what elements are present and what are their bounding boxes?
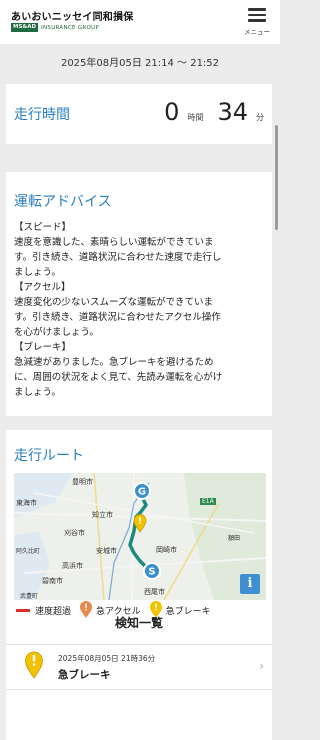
speeding-line-icon xyxy=(16,608,30,612)
map-label: 武豊町 xyxy=(20,593,39,600)
hamburger-menu-icon xyxy=(248,8,266,22)
map-label: 阿久比町 xyxy=(16,548,41,555)
driving-advice-card: 運転アドバイス 【スピード】 速度を意識した、素晴らしい運転ができていま す。引… xyxy=(6,172,272,416)
map-label: 刈谷市 xyxy=(64,529,85,537)
advice-body: 【スピード】 速度を意識した、素晴らしい運転ができていま す。引き続き、道路状況… xyxy=(14,220,269,400)
run-time-title: 走行時間 xyxy=(14,107,70,123)
trip-datetime: 2025年08月05日 21:14 〜 21:52 xyxy=(60,58,220,69)
route-map[interactable]: 豊明市 東海市 知立市 刈谷市 安城市 高浜市 碧南市 岡崎市 西尾市 阿久比町… xyxy=(14,473,266,600)
advice-line: 【アクセル】 xyxy=(14,282,71,293)
detection-datetime: 2025年08月05日 21時36分 xyxy=(58,654,156,663)
map-info-button[interactable]: i xyxy=(240,574,260,594)
chevron-right-icon: › xyxy=(259,659,264,673)
map-label: 知立市 xyxy=(92,511,113,519)
map-label: 東海市 xyxy=(16,499,37,507)
map-label: 岡崎市 xyxy=(156,546,177,554)
map-label: 額田 xyxy=(228,535,241,542)
scrollbar[interactable] xyxy=(275,125,278,230)
advice-line: 速度を意識した、素晴らしい運転ができていま xyxy=(14,237,214,248)
advice-line: す。引き続き、道路状況に合わせたアクセル操作 xyxy=(14,312,221,323)
start-marker-icon: S xyxy=(143,562,161,580)
brand-name: あいおいニッセイ同和損保 xyxy=(11,12,134,23)
brake-pin-icon xyxy=(25,651,43,679)
advice-title: 運転アドバイス xyxy=(14,194,112,210)
detection-list-title: 検知一覧 xyxy=(114,616,163,630)
advice-line: を心がけましょう。 xyxy=(14,327,99,338)
advice-line: ましょう。 xyxy=(14,387,61,398)
map-label: 高浜市 xyxy=(62,562,83,570)
brand-sub: MS&AD INSURANCE GROUP xyxy=(11,23,99,32)
advice-line: 【スピード】 xyxy=(14,222,72,233)
map-label: 豊明市 xyxy=(72,478,93,486)
run-time-card: 走行時間 0 時間 34 分 xyxy=(6,84,272,144)
svg-text:S: S xyxy=(148,567,155,578)
route-card: 走行ルート 豊明市 東海市 知立市 刈谷市 安城市 高浜市 碧南市 岡崎市 西尾… xyxy=(6,430,272,740)
advice-line: ましょう。 xyxy=(14,267,61,278)
brand-group: INSURANCE GROUP xyxy=(41,24,100,31)
hours-value: 0 xyxy=(164,98,180,126)
advice-line: 急減速がありました。急ブレーキを避けるため xyxy=(14,357,214,368)
run-time-value: 0 時間 34 分 xyxy=(164,98,264,126)
minutes-unit: 分 xyxy=(256,113,264,122)
map-label: E1A xyxy=(200,498,216,505)
goal-marker-icon: G xyxy=(133,482,151,500)
map-label: 安城市 xyxy=(96,547,117,555)
brand-logo: MS&AD xyxy=(11,23,39,32)
advice-line: に、周囲の状況をよく見て、先読み運転を心がけ xyxy=(14,372,223,383)
detection-label: 急ブレーキ xyxy=(58,669,111,681)
map-label: 西尾市 xyxy=(144,588,165,596)
advice-line: す。引き続き、道路状況に合わせた速度で走行し xyxy=(14,252,222,263)
advice-line: 【ブレーキ】 xyxy=(14,342,72,353)
app-header: あいおいニッセイ同和損保 MS&AD INSURANCE GROUP メニュー xyxy=(0,0,280,44)
menu-button[interactable]: メニュー xyxy=(242,8,272,38)
menu-label: メニュー xyxy=(244,28,270,36)
brake-event-pin-icon[interactable] xyxy=(133,514,147,533)
detection-list-item[interactable]: 2025年08月05日 21時36分 急ブレーキ › xyxy=(6,644,272,690)
minutes-value: 34 xyxy=(217,98,248,126)
advice-line: 速度変化の少ないスムーズな運転ができていま xyxy=(14,297,214,308)
hours-unit: 時間 xyxy=(187,113,204,122)
route-title: 走行ルート xyxy=(14,448,84,464)
svg-text:G: G xyxy=(138,487,146,498)
map-label: 碧南市 xyxy=(42,577,63,585)
